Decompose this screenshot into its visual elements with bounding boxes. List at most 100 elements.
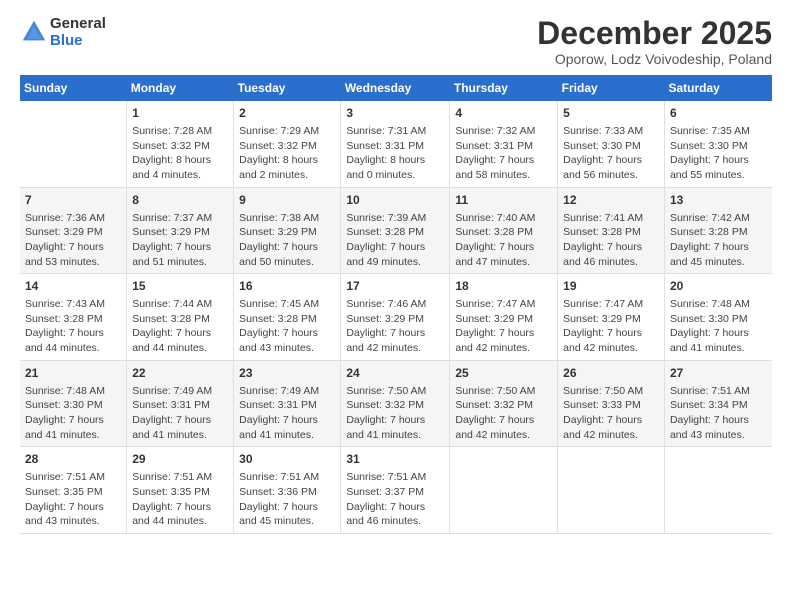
daylight-text: Daylight: 7 hours and 56 minutes. <box>563 153 659 182</box>
daylight-text: Daylight: 7 hours and 43 minutes. <box>239 326 335 355</box>
calendar-week-row: 14Sunrise: 7:43 AMSunset: 3:28 PMDayligh… <box>20 274 772 361</box>
logo: General Blue <box>20 16 106 49</box>
calendar-cell: 31Sunrise: 7:51 AMSunset: 3:37 PMDayligh… <box>341 447 450 534</box>
calendar-cell: 1Sunrise: 7:28 AMSunset: 3:32 PMDaylight… <box>127 101 234 187</box>
sunset-text: Sunset: 3:36 PM <box>239 485 335 500</box>
sunset-text: Sunset: 3:30 PM <box>25 398 121 413</box>
daylight-text: Daylight: 7 hours and 45 minutes. <box>670 240 767 269</box>
day-number: 1 <box>132 105 228 122</box>
sunset-text: Sunset: 3:28 PM <box>346 225 444 240</box>
sunset-text: Sunset: 3:31 PM <box>455 139 552 154</box>
calendar-cell: 6Sunrise: 7:35 AMSunset: 3:30 PMDaylight… <box>664 101 772 187</box>
calendar-cell: 5 Sunrise: 7:33 AMSunset: 3:30 PMDaylight… <box>558 101 665 187</box>
sunrise-text: Sunrise: 7:33 AM <box>563 124 659 139</box>
month-title: December 2025 <box>537 16 772 51</box>
calendar-cell: 15Sunrise: 7:44 AMSunset: 3:28 PMDayligh… <box>127 274 234 361</box>
day-number: 31 <box>346 451 444 468</box>
daylight-text: Daylight: 7 hours and 41 minutes. <box>346 413 444 442</box>
day-number: 20 <box>670 278 767 295</box>
sunset-text: Sunset: 3:28 PM <box>239 312 335 327</box>
calendar-cell: 2Sunrise: 7:29 AMSunset: 3:32 PMDaylight… <box>234 101 341 187</box>
sunset-text: Sunset: 3:31 PM <box>346 139 444 154</box>
daylight-text: Daylight: 7 hours and 43 minutes. <box>670 413 767 442</box>
daylight-text: Daylight: 7 hours and 42 minutes. <box>563 326 659 355</box>
logo-blue-text: Blue <box>50 33 106 50</box>
calendar-cell: 20Sunrise: 7:48 AMSunset: 3:30 PMDayligh… <box>664 274 772 361</box>
day-number: 23 <box>239 365 335 382</box>
daylight-text: Daylight: 7 hours and 51 minutes. <box>132 240 228 269</box>
calendar-cell: 21Sunrise: 7:48 AMSunset: 3:30 PMDayligh… <box>20 360 127 447</box>
day-number: 17 <box>346 278 444 295</box>
daylight-text: Daylight: 7 hours and 41 minutes. <box>670 326 767 355</box>
sunrise-text: Sunrise: 7:48 AM <box>25 384 121 399</box>
header-day: Thursday <box>450 75 558 101</box>
daylight-text: Daylight: 7 hours and 47 minutes. <box>455 240 552 269</box>
header-day: Wednesday <box>341 75 450 101</box>
calendar-cell: 27Sunrise: 7:51 AMSunset: 3:34 PMDayligh… <box>664 360 772 447</box>
calendar-cell: 7Sunrise: 7:36 AMSunset: 3:29 PMDaylight… <box>20 187 127 274</box>
day-number: 13 <box>670 192 767 209</box>
title-section: December 2025 Oporow, Lodz Voivodeship, … <box>537 16 772 67</box>
calendar-cell: 9Sunrise: 7:38 AMSunset: 3:29 PMDaylight… <box>234 187 341 274</box>
calendar-cell <box>558 447 665 534</box>
calendar-cell: 18Sunrise: 7:47 AMSunset: 3:29 PMDayligh… <box>450 274 558 361</box>
daylight-text: Daylight: 7 hours and 42 minutes. <box>563 413 659 442</box>
day-number: 14 <box>25 278 121 295</box>
header-day: Sunday <box>20 75 127 101</box>
day-number: 19 <box>563 278 659 295</box>
day-number: 8 <box>132 192 228 209</box>
daylight-text: Daylight: 8 hours and 0 minutes. <box>346 153 444 182</box>
sunrise-text: Sunrise: 7:49 AM <box>239 384 335 399</box>
sunset-text: Sunset: 3:29 PM <box>455 312 552 327</box>
calendar-cell: 23Sunrise: 7:49 AMSunset: 3:31 PMDayligh… <box>234 360 341 447</box>
day-number: 12 <box>563 192 659 209</box>
calendar-week-row: 28Sunrise: 7:51 AMSunset: 3:35 PMDayligh… <box>20 447 772 534</box>
calendar-week-row: 1Sunrise: 7:28 AMSunset: 3:32 PMDaylight… <box>20 101 772 187</box>
daylight-text: Daylight: 7 hours and 42 minutes. <box>346 326 444 355</box>
day-number: 28 <box>25 451 121 468</box>
daylight-text: Daylight: 7 hours and 44 minutes. <box>132 500 228 529</box>
calendar-cell: 11Sunrise: 7:40 AMSunset: 3:28 PMDayligh… <box>450 187 558 274</box>
day-number: 3 <box>346 105 444 122</box>
sunset-text: Sunset: 3:31 PM <box>132 398 228 413</box>
sunrise-text: Sunrise: 7:49 AM <box>132 384 228 399</box>
day-number: 11 <box>455 192 552 209</box>
day-number: 30 <box>239 451 335 468</box>
sunset-text: Sunset: 3:32 PM <box>346 398 444 413</box>
daylight-text: Daylight: 7 hours and 49 minutes. <box>346 240 444 269</box>
calendar-header: SundayMondayTuesdayWednesdayThursdayFrid… <box>20 75 772 101</box>
sunrise-text: Sunrise: 7:28 AM <box>132 124 228 139</box>
header-day: Monday <box>127 75 234 101</box>
sunrise-text: Sunrise: 7:31 AM <box>346 124 444 139</box>
calendar-table: SundayMondayTuesdayWednesdayThursdayFrid… <box>20 75 772 534</box>
day-number: 22 <box>132 365 228 382</box>
sunset-text: Sunset: 3:35 PM <box>25 485 121 500</box>
sunrise-text: Sunrise: 7:51 AM <box>670 384 767 399</box>
daylight-text: Daylight: 7 hours and 55 minutes. <box>670 153 767 182</box>
sunset-text: Sunset: 3:28 PM <box>670 225 767 240</box>
sunset-text: Sunset: 3:30 PM <box>670 139 767 154</box>
daylight-text: Daylight: 7 hours and 53 minutes. <box>25 240 121 269</box>
daylight-text: Daylight: 7 hours and 46 minutes. <box>563 240 659 269</box>
day-number: 9 <box>239 192 335 209</box>
daylight-text: Daylight: 7 hours and 42 minutes. <box>455 413 552 442</box>
daylight-text: Daylight: 7 hours and 44 minutes. <box>25 326 121 355</box>
sunset-text: Sunset: 3:34 PM <box>670 398 767 413</box>
daylight-text: Daylight: 7 hours and 41 minutes. <box>239 413 335 442</box>
sunrise-text: Sunrise: 7:38 AM <box>239 211 335 226</box>
sunset-text: Sunset: 3:29 PM <box>239 225 335 240</box>
sunrise-text: Sunrise: 7:48 AM <box>670 297 767 312</box>
calendar-cell: 25Sunrise: 7:50 AMSunset: 3:32 PMDayligh… <box>450 360 558 447</box>
calendar-cell: 10Sunrise: 7:39 AMSunset: 3:28 PMDayligh… <box>341 187 450 274</box>
sunset-text: Sunset: 3:32 PM <box>132 139 228 154</box>
calendar-cell: 29Sunrise: 7:51 AMSunset: 3:35 PMDayligh… <box>127 447 234 534</box>
calendar-cell <box>20 101 127 187</box>
sunset-text: Sunset: 3:29 PM <box>346 312 444 327</box>
day-number: 5 <box>563 105 659 122</box>
sunset-text: Sunset: 3:32 PM <box>239 139 335 154</box>
sunrise-text: Sunrise: 7:37 AM <box>132 211 228 226</box>
day-number: 4 <box>455 105 552 122</box>
sunset-text: Sunset: 3:30 PM <box>563 139 659 154</box>
header-day: Saturday <box>664 75 772 101</box>
sunset-text: Sunset: 3:33 PM <box>563 398 659 413</box>
